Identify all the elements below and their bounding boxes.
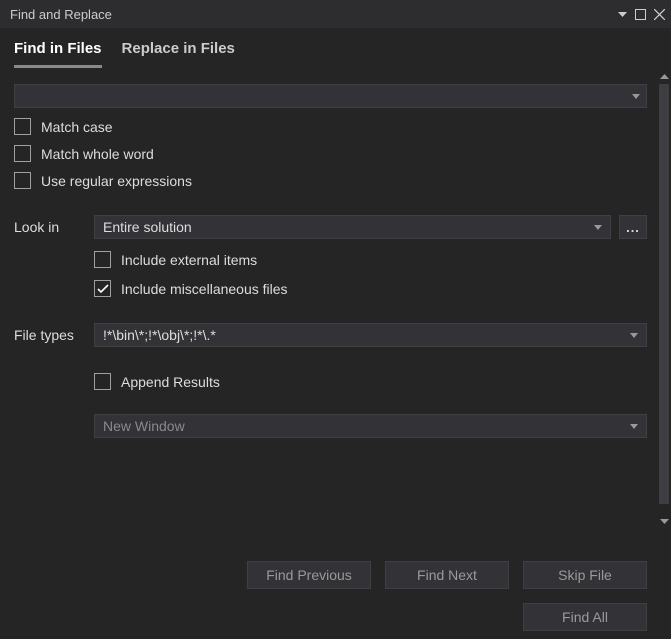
scroll-area: Match case Match whole word Use regular … [0, 68, 657, 639]
look-in-value: Entire solution [103, 219, 192, 235]
scrollbar[interactable] [657, 68, 671, 639]
look-in-label: Look in [14, 219, 86, 235]
look-in-select[interactable]: Entire solution [94, 215, 611, 239]
scroll-up-icon[interactable] [657, 68, 671, 84]
append-results-row: Append Results [94, 373, 647, 390]
use-regex-row: Use regular expressions [14, 172, 647, 189]
match-whole-word-label: Match whole word [41, 146, 154, 162]
include-external-row: Include external items [94, 251, 647, 268]
chevron-down-icon [632, 94, 640, 99]
title-bar: Find and Replace [0, 0, 671, 28]
panel-body: Match case Match whole word Use regular … [0, 68, 671, 639]
match-whole-word-row: Match whole word [14, 145, 647, 162]
chevron-down-icon [630, 424, 638, 429]
match-whole-word-checkbox[interactable] [14, 145, 31, 162]
window-menu-dropdown-icon[interactable] [618, 12, 627, 17]
include-misc-checkbox[interactable] [94, 280, 111, 297]
match-case-row: Match case [14, 118, 647, 135]
window-title: Find and Replace [10, 7, 112, 22]
append-results-checkbox[interactable] [94, 373, 111, 390]
close-icon[interactable] [654, 9, 665, 20]
chevron-down-icon [630, 333, 638, 338]
use-regex-label: Use regular expressions [41, 173, 192, 189]
include-misc-label: Include miscellaneous files [121, 281, 288, 297]
include-misc-row: Include miscellaneous files [94, 280, 647, 297]
tab-strip: Find in Files Replace in Files [0, 28, 671, 68]
skip-file-button[interactable]: Skip File [523, 561, 647, 589]
append-results-label: Append Results [121, 374, 220, 390]
maximize-icon[interactable] [635, 9, 646, 20]
use-regex-checkbox[interactable] [14, 172, 31, 189]
results-options: Append Results New Window [94, 373, 647, 438]
tab-replace-in-files[interactable]: Replace in Files [122, 40, 235, 68]
results-window-select[interactable]: New Window [94, 414, 647, 438]
include-external-label: Include external items [121, 252, 257, 268]
file-types-value: !*\bin\*;!*\obj\*;!*\.* [103, 327, 216, 343]
find-all-button[interactable]: Find All [523, 603, 647, 631]
match-case-label: Match case [41, 119, 113, 135]
look-in-options: Include external items Include miscellan… [94, 251, 647, 297]
scrollbar-thumb[interactable] [659, 84, 669, 504]
file-types-label: File types [14, 327, 86, 343]
search-term-input[interactable] [14, 84, 647, 108]
window-controls [618, 9, 665, 20]
results-window-value: New Window [103, 418, 185, 434]
file-types-row: File types !*\bin\*;!*\obj\*;!*\.* [14, 323, 647, 347]
browse-button[interactable]: ... [619, 215, 647, 239]
find-previous-button[interactable]: Find Previous [247, 561, 371, 589]
find-next-button[interactable]: Find Next [385, 561, 509, 589]
match-case-checkbox[interactable] [14, 118, 31, 135]
look-in-row: Look in Entire solution ... [14, 215, 647, 239]
include-external-checkbox[interactable] [94, 251, 111, 268]
scroll-down-icon[interactable] [657, 513, 671, 529]
chevron-down-icon [594, 225, 602, 230]
file-types-select[interactable]: !*\bin\*;!*\obj\*;!*\.* [94, 323, 647, 347]
action-buttons: Find Previous Find Next Skip File Find A… [247, 561, 647, 631]
tab-find-in-files[interactable]: Find in Files [14, 40, 102, 68]
